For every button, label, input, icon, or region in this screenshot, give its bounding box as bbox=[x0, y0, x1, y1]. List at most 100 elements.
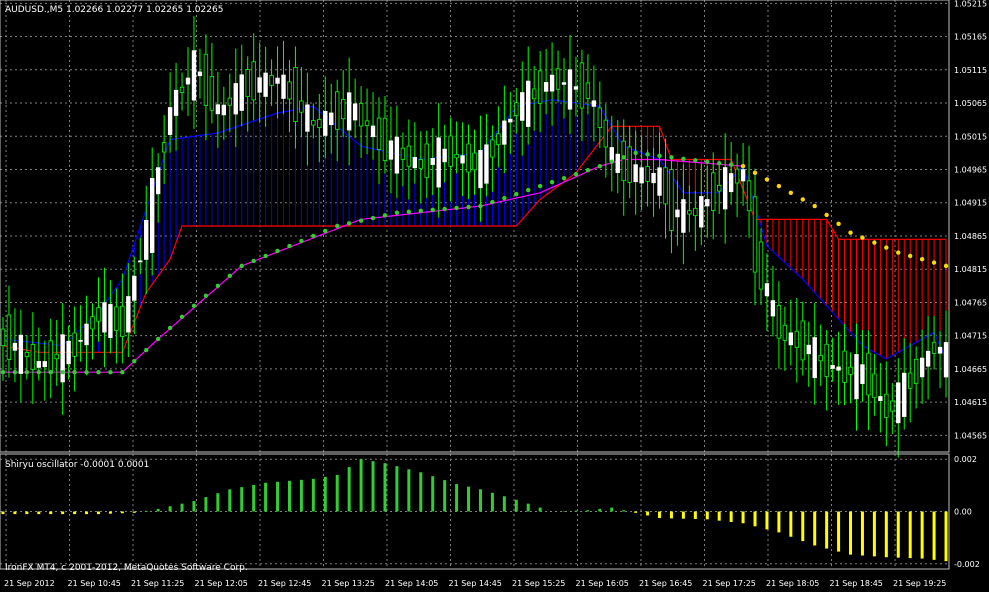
candle-body bbox=[412, 156, 418, 169]
ma-dot bbox=[908, 253, 913, 259]
candle-body bbox=[341, 99, 346, 120]
ma-dot bbox=[311, 233, 316, 239]
time-tick-label: 21 Sep 12:45 bbox=[258, 579, 311, 588]
candle-body bbox=[24, 351, 30, 358]
ma-dot bbox=[860, 235, 865, 240]
candle-body bbox=[651, 173, 656, 184]
candle-body bbox=[102, 302, 107, 333]
candle-body bbox=[346, 92, 352, 131]
ma-dot bbox=[657, 153, 662, 159]
candle-body bbox=[603, 119, 608, 148]
price-tick-label: 1.05165 bbox=[954, 33, 987, 42]
candle-body bbox=[72, 332, 77, 357]
price-tick-label: 1.04865 bbox=[954, 232, 987, 241]
ma-dot bbox=[24, 370, 30, 375]
time-tick-label: 21 Sep 10:45 bbox=[68, 579, 121, 588]
ma-dot bbox=[597, 163, 603, 169]
candle-body bbox=[460, 155, 465, 164]
ma-dot bbox=[251, 258, 256, 264]
candle-body bbox=[711, 172, 716, 211]
candle-body bbox=[561, 82, 567, 85]
candle-body bbox=[675, 209, 680, 218]
trading-chart[interactable]: 1.05215 1.05165 1.05115 1.05065 1.05015 1.049… bbox=[0, 0, 989, 592]
time-tick-label: 21 Sep 18:45 bbox=[830, 579, 883, 588]
candle-body bbox=[531, 88, 537, 100]
candle-body bbox=[454, 154, 459, 159]
ma-dot bbox=[144, 347, 149, 353]
ma-dot bbox=[812, 203, 817, 209]
time-tick-label: 21 Sep 18:05 bbox=[766, 579, 819, 588]
ma-dot bbox=[526, 187, 531, 193]
ma-dot bbox=[872, 240, 877, 245]
time-tick-label: 21 Sep 12:05 bbox=[195, 579, 248, 588]
candle-body bbox=[579, 62, 585, 109]
candle-body bbox=[645, 166, 650, 182]
candle-body bbox=[6, 314, 12, 360]
candle-body bbox=[776, 304, 782, 339]
candle-body bbox=[430, 158, 435, 165]
candle-body bbox=[543, 82, 549, 92]
candle-body bbox=[925, 350, 931, 367]
candle-body bbox=[573, 86, 579, 90]
chart-background bbox=[0, 0, 989, 592]
ma-dot bbox=[155, 336, 161, 342]
candle-body bbox=[179, 86, 185, 93]
time-axis[interactable]: 21 Sep 2012 21 Sep 10:45 21 Sep 11:25 21 Se… bbox=[4, 579, 946, 588]
ma-dot bbox=[561, 175, 567, 181]
candle-body bbox=[824, 343, 829, 377]
candle-body bbox=[215, 104, 221, 115]
candle-body bbox=[520, 92, 525, 121]
candle-body bbox=[800, 320, 805, 361]
price-tick-label: 1.05215 bbox=[954, 0, 987, 8]
candle-body bbox=[919, 357, 925, 378]
candle-body bbox=[12, 342, 18, 351]
price-tick-label: 1.04815 bbox=[954, 265, 987, 274]
candle-body bbox=[549, 74, 555, 92]
candle-body bbox=[848, 366, 853, 375]
price-tick-label: 1.04615 bbox=[954, 398, 987, 407]
candle-body bbox=[591, 100, 597, 107]
candle-body bbox=[585, 82, 591, 99]
candle-body bbox=[382, 117, 388, 161]
candle-body bbox=[639, 167, 644, 184]
osc-tick-label: -0.002 bbox=[954, 560, 980, 569]
candle-body bbox=[872, 373, 877, 399]
ma-dot bbox=[943, 263, 949, 269]
candle-body bbox=[717, 184, 722, 192]
candle-body bbox=[191, 50, 197, 101]
time-tick-label: 21 Sep 11:25 bbox=[131, 579, 184, 588]
candle-body bbox=[842, 350, 847, 383]
candle-body bbox=[251, 61, 256, 101]
candle-body bbox=[96, 307, 101, 322]
candle-body bbox=[693, 207, 698, 217]
ma-dot bbox=[60, 370, 65, 375]
candle-body bbox=[239, 74, 244, 111]
ma-dot bbox=[72, 370, 77, 375]
time-tick-label: 21 Sep 19:25 bbox=[893, 579, 946, 588]
ma-dot bbox=[693, 158, 698, 163]
candle-body bbox=[526, 80, 531, 127]
candle-body bbox=[937, 346, 943, 354]
candle-body bbox=[406, 145, 412, 167]
ma-dot bbox=[84, 370, 89, 375]
candle-body bbox=[299, 100, 304, 113]
time-tick-label: 21 Sep 15:25 bbox=[512, 579, 565, 588]
ma-dot bbox=[108, 370, 113, 375]
ma-dot bbox=[346, 221, 352, 226]
price-tick-label: 1.05015 bbox=[954, 132, 987, 141]
ma-dot bbox=[454, 205, 459, 211]
candle-body bbox=[418, 159, 423, 169]
candle-body bbox=[908, 372, 913, 389]
candle-body bbox=[376, 117, 382, 150]
candle-body bbox=[758, 241, 764, 290]
candle-body bbox=[263, 72, 268, 97]
ma-dot bbox=[382, 213, 388, 218]
candle-body bbox=[615, 153, 620, 173]
candle-body bbox=[663, 167, 668, 205]
ma-dot bbox=[203, 293, 209, 298]
candle-body bbox=[311, 120, 316, 126]
candle-body bbox=[42, 361, 47, 368]
candle-body bbox=[884, 393, 889, 418]
candle-body bbox=[812, 337, 817, 379]
candle-body bbox=[752, 196, 758, 273]
